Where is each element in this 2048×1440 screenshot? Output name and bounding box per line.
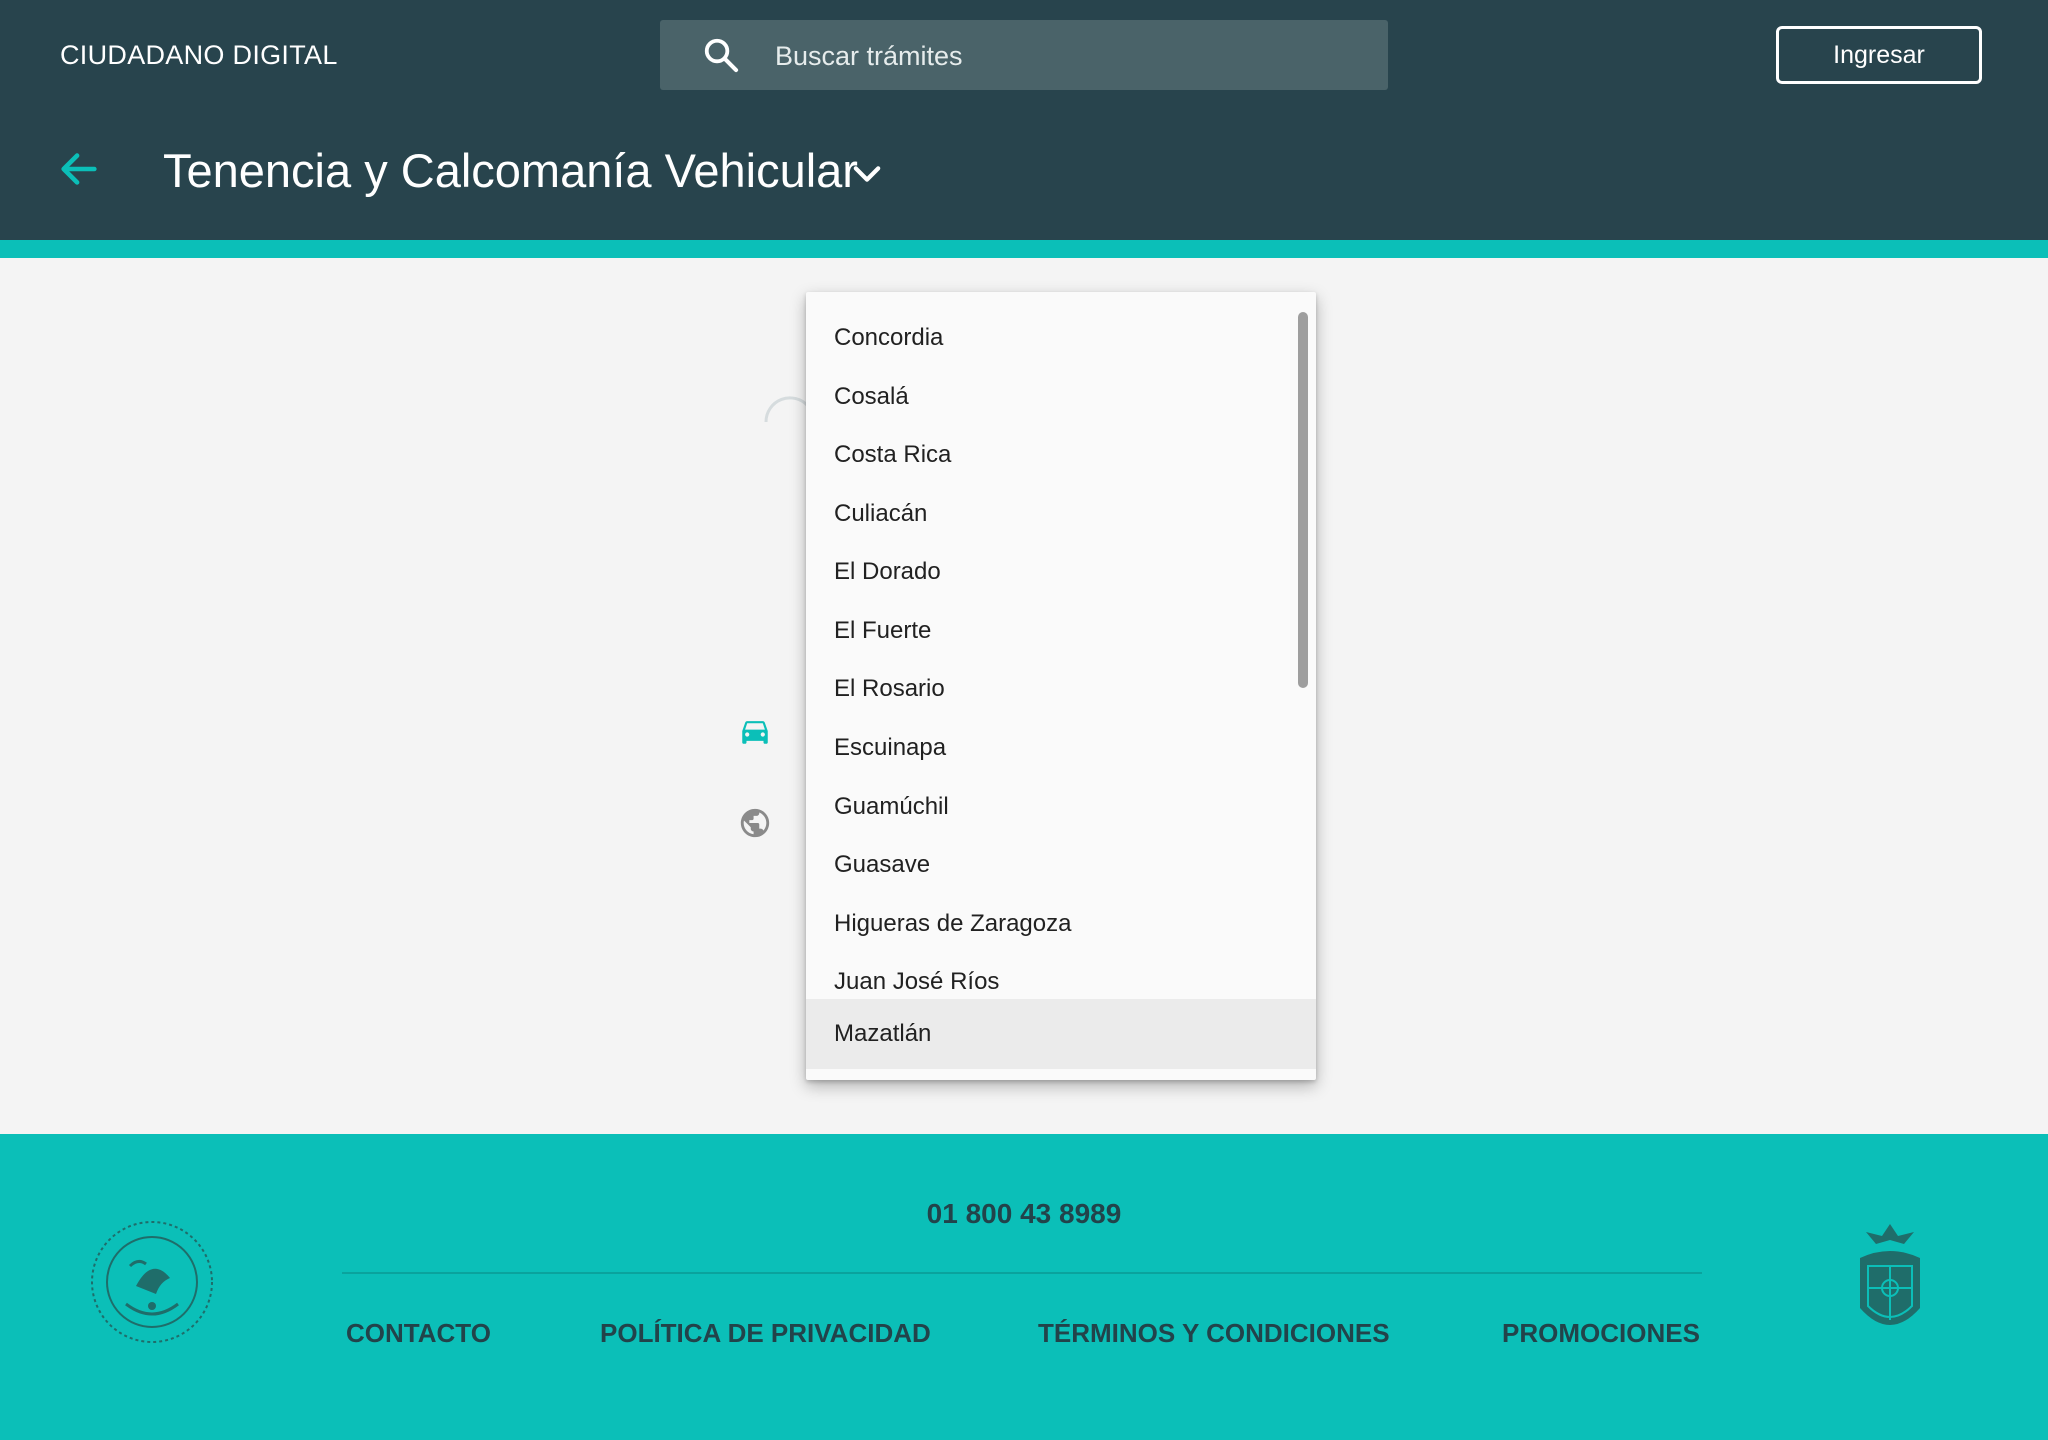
search-bar[interactable]: Buscar trámites	[660, 20, 1388, 90]
dropdown-option[interactable]: Guamúchil	[806, 778, 1316, 836]
login-button[interactable]: Ingresar	[1776, 26, 1982, 84]
footer-link-promociones[interactable]: PROMOCIONES	[1502, 1318, 1700, 1349]
header: CIUDADANO DIGITAL Buscar trámites Ingres…	[0, 0, 2048, 240]
footer-phone[interactable]: 01 800 43 8989	[0, 1198, 2048, 1230]
dropdown-option[interactable]: El Fuerte	[806, 602, 1316, 660]
footer-link-contacto[interactable]: CONTACTO	[346, 1318, 491, 1349]
chevron-down-icon[interactable]	[850, 160, 884, 188]
dropdown-option[interactable]: Cosalá	[806, 368, 1316, 426]
search-input[interactable]: Buscar trámites	[775, 41, 963, 72]
back-arrow-icon[interactable]	[56, 146, 102, 192]
dropdown-option[interactable]: Higueras de Zaragoza	[806, 895, 1316, 953]
dropdown-option[interactable]: Concordia	[806, 309, 1316, 367]
mexico-seal-icon	[91, 1221, 213, 1343]
dropdown-option[interactable]: Costa Rica	[806, 426, 1316, 484]
car-icon	[742, 721, 768, 744]
footer-link-privacidad[interactable]: POLÍTICA DE PRIVACIDAD	[600, 1318, 931, 1349]
footer: 01 800 43 8989 CONTACTO POLÍTICA DE PRIV…	[0, 1134, 2048, 1440]
dropdown-option-highlighted[interactable]: Mazatlán	[806, 999, 1316, 1069]
footer-divider	[342, 1272, 1702, 1274]
search-icon[interactable]	[702, 36, 740, 74]
dropdown-option[interactable]: Guasave	[806, 836, 1316, 894]
brand-logo[interactable]: CIUDADANO DIGITAL	[60, 40, 338, 71]
globe-icon	[740, 808, 770, 838]
footer-link-terminos[interactable]: TÉRMINOS Y CONDICIONES	[1038, 1318, 1390, 1349]
sinaloa-seal-icon	[1860, 1224, 1920, 1325]
municipality-dropdown[interactable]: Concordia Cosalá Costa Rica Culiacán El …	[806, 292, 1316, 1080]
dropdown-scrollbar[interactable]	[1298, 312, 1308, 688]
page-title: Tenencia y Calcomanía Vehicular	[163, 144, 858, 197]
header-accent-bar	[0, 240, 2048, 258]
dropdown-option[interactable]: El Rosario	[806, 660, 1316, 718]
dropdown-option[interactable]: Escuinapa	[806, 719, 1316, 777]
dropdown-option[interactable]: El Dorado	[806, 543, 1316, 601]
dropdown-option[interactable]: Culiacán	[806, 485, 1316, 543]
